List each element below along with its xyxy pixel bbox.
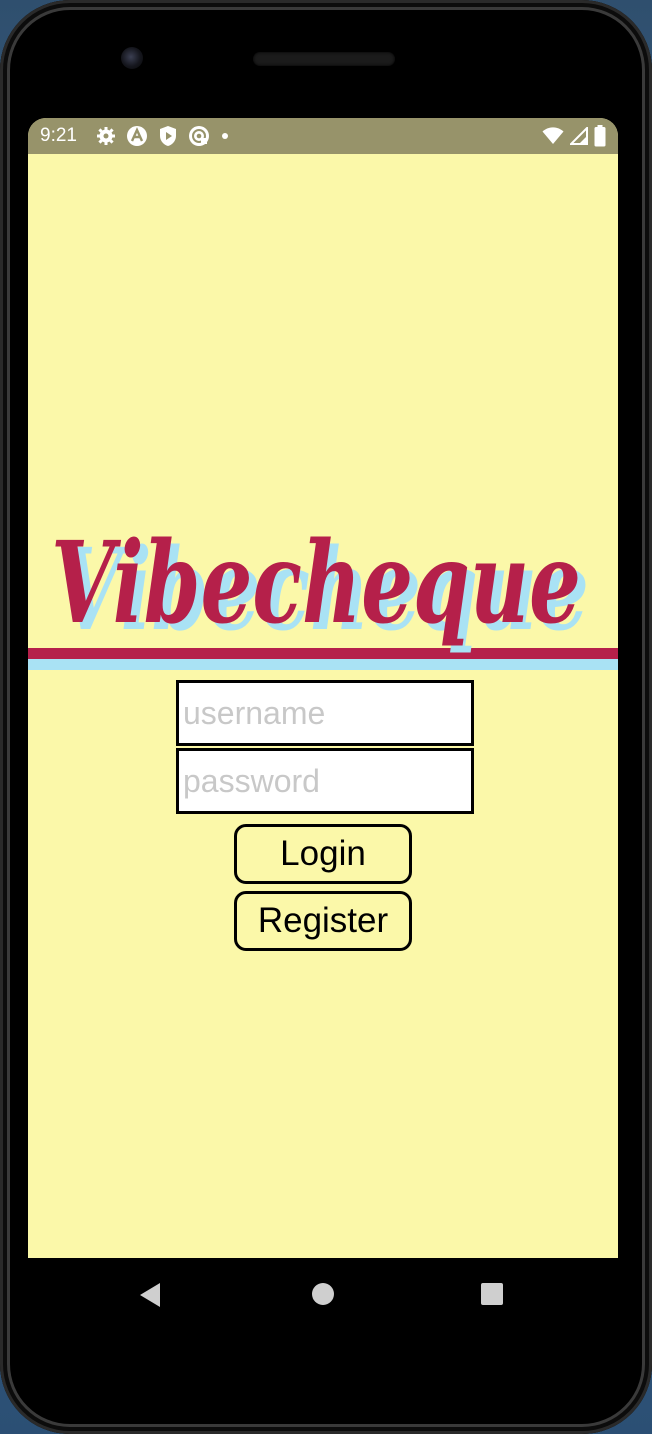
signal-icon <box>568 125 588 150</box>
username-input[interactable] <box>176 680 474 746</box>
wifi-icon <box>542 127 564 150</box>
shield-play-icon <box>158 125 178 147</box>
status-bar: 9:21 <box>28 118 618 154</box>
home-icon[interactable] <box>312 1283 334 1305</box>
notification-icon <box>126 125 148 147</box>
app-screen: 9:21 Vibecheque Vibecheque username Logi… <box>28 118 618 1258</box>
phone-frame: 9:21 Vibecheque Vibecheque username Logi… <box>0 0 652 1434</box>
status-time: 9:21 <box>40 125 77 146</box>
register-button-label: Register <box>257 901 389 940</box>
vibecheque-logo: Vibecheque Vibecheque <box>28 488 618 678</box>
earpiece-speaker <box>253 52 395 66</box>
login-button-label: Login <box>280 834 366 873</box>
settings-icon <box>96 126 116 146</box>
dot-icon <box>220 131 230 141</box>
logo-text: Vibecheque <box>51 518 581 649</box>
navigation-bar <box>28 1258 618 1332</box>
front-camera <box>121 47 143 69</box>
login-button[interactable]: Login <box>234 824 412 884</box>
battery-icon <box>594 125 606 152</box>
password-input[interactable] <box>176 748 474 814</box>
recents-icon[interactable] <box>481 1283 503 1305</box>
register-button[interactable]: Register <box>234 891 412 951</box>
cast-icon <box>188 125 210 147</box>
back-icon[interactable] <box>138 1282 162 1313</box>
